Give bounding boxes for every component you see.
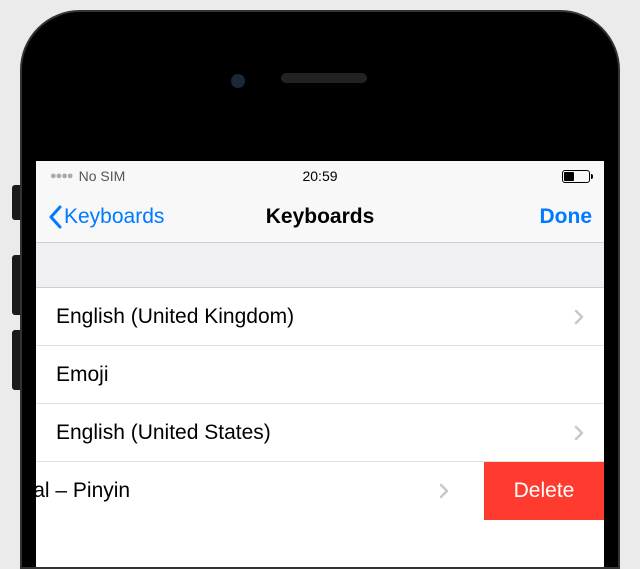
status-right xyxy=(562,170,590,183)
keyboard-row-emoji[interactable]: Emoji xyxy=(36,346,604,404)
mute-switch[interactable] xyxy=(12,185,20,220)
done-button[interactable]: Done xyxy=(540,205,593,229)
chevron-left-icon xyxy=(48,205,62,229)
status-bar: ●●●● No SIM 20:59 xyxy=(36,161,604,191)
phone-bezel: ●●●● No SIM 20:59 Keyboards Keyboa xyxy=(36,26,604,567)
signal-dots-icon: ●●●● xyxy=(50,170,73,182)
status-left: ●●●● No SIM xyxy=(50,168,125,184)
navigation-bar: Keyboards Keyboards Done xyxy=(36,191,604,243)
volume-up-button[interactable] xyxy=(12,255,20,315)
keyboard-label: English (United States) xyxy=(56,421,574,445)
keyboard-row-content[interactable]: , Traditional – Pinyin xyxy=(36,462,469,520)
delete-button[interactable]: Delete xyxy=(484,462,604,520)
keyboard-row-english-us[interactable]: English (United States) xyxy=(36,404,604,462)
page-title: Keyboards xyxy=(266,205,375,229)
battery-icon xyxy=(562,170,590,183)
front-camera xyxy=(231,74,245,88)
keyboard-row-english-uk[interactable]: English (United Kingdom) xyxy=(36,288,604,346)
battery-fill xyxy=(564,172,574,181)
back-label: Keyboards xyxy=(64,205,164,229)
clock: 20:59 xyxy=(302,168,337,184)
keyboard-label: , Traditional – Pinyin xyxy=(36,479,439,503)
section-spacer xyxy=(36,243,604,288)
carrier-label: No SIM xyxy=(79,168,126,184)
screen: ●●●● No SIM 20:59 Keyboards Keyboa xyxy=(36,161,604,567)
chevron-right-icon xyxy=(574,309,584,325)
volume-down-button[interactable] xyxy=(12,330,20,390)
chevron-right-icon xyxy=(439,483,449,499)
keyboard-row-swiped[interactable]: , Traditional – Pinyin Delete xyxy=(36,462,604,520)
keyboard-label: Emoji xyxy=(56,363,584,387)
chevron-right-icon xyxy=(574,425,584,441)
back-button[interactable]: Keyboards xyxy=(48,205,164,229)
speaker-grille xyxy=(281,73,367,83)
phone-frame: ●●●● No SIM 20:59 Keyboards Keyboa xyxy=(20,10,620,569)
keyboard-label: English (United Kingdom) xyxy=(56,305,574,329)
